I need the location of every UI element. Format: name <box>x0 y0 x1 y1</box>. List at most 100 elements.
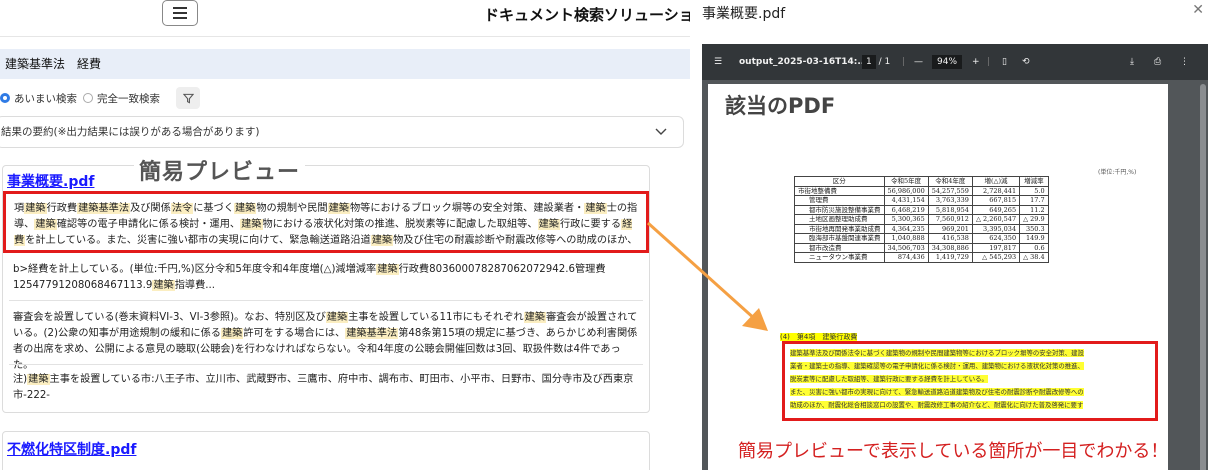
pdf-highlighted-line: また、災害に強い都市の実現に向けて、緊急輸送道路沿道建築物及び住宅の耐震診断や耐… <box>790 388 1084 396</box>
radio-fuzzy-label[interactable]: あいまい検索 <box>14 91 77 106</box>
zoom-level[interactable]: 94% <box>932 44 963 80</box>
close-icon[interactable]: ✕ <box>1192 2 1204 18</box>
search-input[interactable]: 建築基準法 経費 <box>0 49 692 79</box>
hamburger-menu-button[interactable] <box>162 0 198 26</box>
pdf-page: 該当のPDF (単位:千円,%) 区分 令和5年度 令和4年度 増(△)減 増減率 市街… <box>708 84 1168 470</box>
keyword-highlight: 建築 <box>370 235 394 246</box>
app-title: ドキュメント検索ソリューション <box>484 6 700 24</box>
table-cell: △ 2,260,547 <box>971 214 1021 225</box>
hamburger-icon <box>173 7 187 9</box>
keyword-highlight: 建築 <box>34 219 57 230</box>
keyword-highlight: 建築 <box>537 219 560 230</box>
pdf-highlighted-line: 建築基準法及び関係法令に基づく建築物の規制や民間建築物等におけるブロック塀等の安… <box>790 349 1084 357</box>
pdf-highlighted-line: 助成のほか、耐震化総合相談窓口の設置や、耐震改修工事の紹介など、耐震化に向けた普… <box>790 401 1084 409</box>
search-app: ドキュメント検索ソリューション 建築基準法 経費 あいまい検索 完全一致検索 結… <box>0 0 700 470</box>
table-row: ニュータウン事業費 874,436 1,419,729 △ 545,293 △ 38.4 <box>794 252 1049 263</box>
result-card: 事業概要.pdf 簡易プレビュー 項建築行政費建築基準法及び関係法令に基づく建築… <box>2 154 650 413</box>
table-cell: 624,350 <box>971 233 1021 244</box>
table-cell: 3,763,339 <box>927 195 973 206</box>
table-cell: 34,506,703 <box>883 242 929 253</box>
page-heading: 該当のPDF <box>725 94 836 118</box>
summary-label: 結果の要約(※出力結果には誤りがある場合があります) <box>1 126 260 138</box>
scrollbar-thumb[interactable] <box>1200 84 1206 470</box>
table-cell: 197,817 <box>971 242 1021 253</box>
table-cell: 7,560,912 <box>927 214 973 225</box>
table-cell: 5.0 <box>1019 185 1049 196</box>
download-icon[interactable]: ⤓ <box>1130 44 1134 80</box>
table-cell: 1,040,888 <box>883 233 929 244</box>
print-icon[interactable]: ⎙ <box>1154 44 1161 80</box>
search-mode-group: あいまい検索 完全一致検索 <box>0 86 200 110</box>
scrollbar[interactable] <box>1200 84 1206 470</box>
zoom-in-button[interactable]: + <box>972 44 980 80</box>
table-cell: 5,818,954 <box>927 204 973 215</box>
table-header-cell: 区分 <box>794 176 885 187</box>
pdf-highlighted-line: 業者・建築士の指導、建築確認等の電子申請化に係る検討・運用、建築物における液状化… <box>790 362 1084 370</box>
table-cell: 11.2 <box>1019 204 1049 215</box>
table-cell: 都市防災施設整備事業費 <box>794 204 885 215</box>
table-cell: 874,436 <box>883 252 929 263</box>
table-cell: 649,265 <box>971 204 1021 215</box>
hamburger-icon-line <box>173 12 187 14</box>
budget-table: 区分 令和5年度 令和4年度 増(△)減 増減率 市街地整備費 56,986,000 54,… <box>794 176 1049 263</box>
page-number-input[interactable]: 1 <box>862 55 876 69</box>
keyword-highlight: 建築基準法 <box>345 328 399 339</box>
filter-button[interactable] <box>176 87 200 109</box>
keyword-highlight: 建築 <box>152 280 175 291</box>
header-divider <box>0 36 700 37</box>
table-cell: 臨海部市基盤関連事業費 <box>794 233 885 244</box>
filter-icon <box>182 93 194 104</box>
keyword-highlight: 建築 <box>376 264 399 275</box>
pdf-menu-icon[interactable]: ☰ <box>714 44 722 80</box>
keyword-highlight: 建築 <box>221 328 244 339</box>
table-unit-note: (単位:千円,%) <box>1098 169 1137 176</box>
radio-exact-label[interactable]: 完全一致検索 <box>97 91 160 106</box>
table-cell: 56,986,000 <box>883 185 929 196</box>
table-cell: △ 545,293 <box>971 252 1021 263</box>
table-cell: △ 38.4 <box>1019 252 1049 263</box>
result-file-link[interactable]: 不燃化特区制度.pdf <box>7 439 136 459</box>
keyword-highlight: 建築 <box>325 312 349 323</box>
rotate-icon[interactable]: ⟲ <box>1022 44 1030 80</box>
result-file-link[interactable]: 事業概要.pdf <box>7 171 94 191</box>
table-cell: 4,431,154 <box>883 195 929 206</box>
radio-exact[interactable] <box>83 93 93 103</box>
snippet-divider <box>9 364 643 365</box>
pdf-toolbar: ☰ output_2025-03-16T14:... 1 / 1 | — 94%… <box>702 44 1208 80</box>
table-row: 管理費 4,431,154 3,763,339 667,815 17.7 <box>794 195 1049 206</box>
table-cell: 0.6 <box>1019 242 1049 253</box>
table-cell: 416,538 <box>927 233 973 244</box>
table-cell: 土地区画整理助成費 <box>794 214 885 225</box>
table-cell: 6,468,219 <box>883 204 929 215</box>
hamburger-icon-line <box>173 17 187 19</box>
table-header-cell: 増減率 <box>1019 176 1049 187</box>
table-cell: 1,419,729 <box>927 252 973 263</box>
table-row: 都市防災施設整備事業費 6,468,219 5,818,954 649,265 11.2 <box>794 204 1049 215</box>
more-icon[interactable]: ⋮ <box>1180 44 1189 80</box>
zoom-out-button[interactable]: — <box>914 44 923 80</box>
snippet-divider <box>9 300 643 301</box>
chevron-down-icon[interactable] <box>655 117 667 159</box>
radio-fuzzy[interactable] <box>0 93 10 103</box>
table-row: 臨海部市基盤関連事業費 1,040,888 416,538 624,350 149.9 <box>794 233 1049 244</box>
summary-accordion[interactable]: 結果の要約(※出力結果には誤りがある場合があります) <box>0 116 684 148</box>
fit-page-icon[interactable]: ▯ <box>1002 44 1007 80</box>
table-cell: 管理費 <box>794 195 885 206</box>
table-cell: 市街地整備費 <box>794 185 885 196</box>
table-cell: 3,395,034 <box>971 223 1021 234</box>
keyword-highlight: 建築 <box>233 203 257 214</box>
table-row: 市街地再開発事業助成費 4,364,235 969,201 3,395,034 350.… <box>794 223 1049 234</box>
table-header-cell: 令和5年度 <box>883 176 929 187</box>
keyword-highlight: 建築 <box>584 203 607 214</box>
pdf-highlighted-line: 脱炭素等に配慮した取組等、建築行政に要する経費を計上している。 <box>790 375 988 383</box>
page-total: / 1 <box>878 57 891 67</box>
result-card: 不燃化特区制度.pdf <box>2 431 650 470</box>
table-cell: 都市改造費 <box>794 242 885 253</box>
table-cell: 350.3 <box>1019 223 1049 234</box>
keyword-highlight: 建築 <box>523 312 546 323</box>
keyword-highlight: 法令 <box>170 203 194 214</box>
pdf-canvas: ☰ output_2025-03-16T14:... 1 / 1 | — 94%… <box>702 44 1208 470</box>
table-cell: △ 29.9 <box>1019 214 1049 225</box>
pdf-filename: output_2025-03-16T14:... <box>739 57 868 67</box>
table-row: 市街地整備費 56,986,000 54,257,559 2,728,441 5.0 <box>794 185 1049 196</box>
